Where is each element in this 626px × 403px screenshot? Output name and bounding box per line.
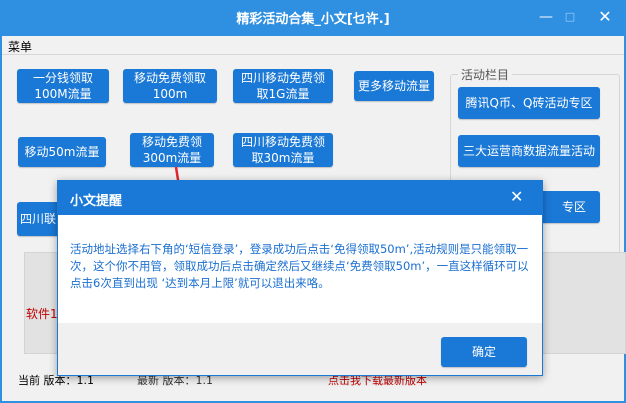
- dialog-close-button[interactable]: ✕: [510, 187, 523, 206]
- ok-button[interactable]: 确定: [441, 337, 527, 367]
- dialog-title: 小文提醒: [70, 194, 123, 209]
- dialog-header[interactable]: 小文提醒 ✕: [58, 181, 542, 215]
- dialog-message: 活动地址选择右下角的‘短信登录’，登录成功后点击‘免得领取50m’,活动规则是只…: [70, 242, 529, 290]
- dialog-footer: 确定: [58, 323, 542, 375]
- main-window: 精彩活动合集_小文[乜许.] — □ ✕ 菜单 一分钱领取 100M流量 移动免费…: [0, 0, 626, 403]
- reminder-dialog: 小文提醒 ✕ 活动地址选择右下角的‘短信登录’，登录成功后点击‘免得领取50m’…: [57, 180, 543, 376]
